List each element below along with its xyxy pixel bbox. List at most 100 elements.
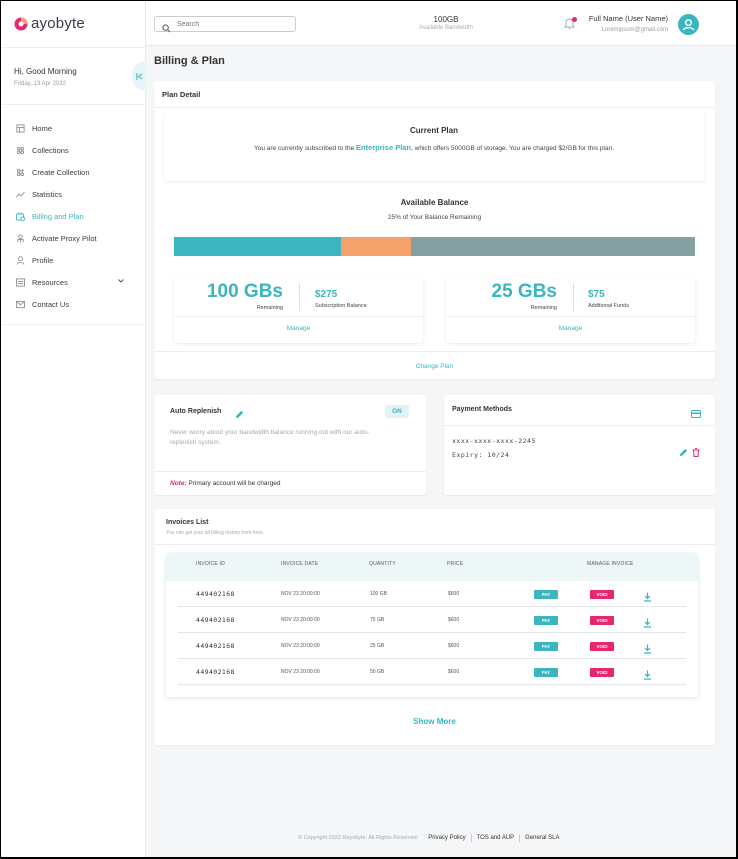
sidebar-item-resources[interactable]: Resources	[1, 271, 146, 293]
current-plan-description: You are currently subscribed to the Ente…	[254, 142, 614, 155]
void-button[interactable]: VOID	[590, 616, 614, 625]
billing-icon	[15, 211, 25, 221]
download-icon[interactable]	[643, 589, 652, 602]
additional-funds-stat-box: 25 GBs Remaining $75 Additional Funds Ma…	[446, 275, 695, 343]
balance-segment-used	[174, 237, 341, 256]
void-button[interactable]: VOID	[590, 642, 614, 651]
sidebar-item-collections[interactable]: Collections	[1, 139, 146, 161]
auto-replenish-toggle[interactable]: ON	[385, 405, 409, 418]
divider	[573, 283, 574, 311]
pay-button[interactable]: PAY	[534, 616, 558, 625]
sidebar-divider	[1, 324, 146, 325]
notification-badge	[572, 17, 577, 22]
copyright-text: © Copyright 2022 Rayobyte. All Rights Re…	[298, 835, 419, 841]
avatar[interactable]	[678, 14, 699, 35]
invoice-price: $600	[448, 591, 460, 597]
sidebar-item-contact-us[interactable]: Contact Us	[1, 293, 146, 315]
divider	[154, 107, 715, 108]
page-title: Billing & Plan	[154, 55, 225, 67]
download-icon[interactable]	[643, 615, 652, 628]
collections-icon	[15, 145, 25, 155]
pay-button[interactable]: PAY	[534, 642, 558, 651]
user-name: Full Name (User Name)	[588, 14, 668, 23]
card-number: xxxx-xxxx-xxxx-2245	[452, 437, 536, 445]
remaining-gb-value: 100 GBs	[206, 281, 283, 302]
sidebar-item-billing-and-plan[interactable]: Billing and Plan	[1, 205, 146, 227]
tos-link[interactable]: TOS and AUP	[477, 835, 515, 841]
plan-detail-card: Plan Detail Current Plan You are current…	[154, 81, 715, 379]
sidebar-item-label: Statistics	[32, 189, 63, 199]
user-info[interactable]: Full Name (User Name) Loremipsum@gmail.c…	[586, 14, 668, 33]
invoices-table: INVOICE ID INVOICE DATE QUANTITY PRICE M…	[166, 553, 698, 697]
divider	[446, 316, 695, 317]
download-icon[interactable]	[643, 641, 652, 654]
bandwidth-label: Available Bandwidth	[419, 25, 473, 31]
column-header-manage-invoice: MANAGE INVOICE	[587, 561, 634, 567]
credit-card-icon[interactable]	[691, 405, 701, 418]
table-row: 449402168 NOV 23 20:00:00 25 GB $600 PAY…	[178, 633, 686, 659]
download-icon[interactable]	[643, 667, 652, 680]
logo[interactable]: ayobyte	[14, 15, 85, 32]
edit-pencil-icon[interactable]	[679, 444, 688, 457]
remaining-gb-value: 25 GBs	[491, 281, 557, 302]
bandwidth-indicator: 100GB Available Bandwidth	[398, 15, 494, 31]
manage-subscription-link[interactable]: Manage	[174, 325, 423, 332]
column-header-invoice-id: INVOICE ID	[196, 561, 225, 567]
trash-icon[interactable]	[692, 444, 701, 457]
payment-methods-card: Payment Methods xxxx-xxxx-xxxx-2245 Expi…	[444, 395, 715, 495]
column-header-invoice-date: INVOICE DATE	[281, 561, 319, 567]
auto-replenish-card: Auto Replenish ON Never worry about your…	[154, 395, 426, 495]
invoice-id: 449402168	[196, 616, 235, 624]
pay-button[interactable]: PAY	[534, 668, 558, 677]
general-sla-link[interactable]: General SLA	[525, 835, 559, 841]
logo-mark-icon	[14, 17, 28, 31]
privacy-policy-link[interactable]: Privacy Policy	[428, 835, 465, 841]
manage-funds-link[interactable]: Manage	[446, 325, 695, 332]
app-window: ayobyte Hi, Good Morning Friday, 13 Apr …	[1, 1, 736, 857]
create-collection-icon	[15, 167, 25, 177]
sidebar-item-activate-proxy-pilot[interactable]: Activate Proxy Pilot	[1, 227, 146, 249]
sidebar-item-create-collection[interactable]: Create Collection	[1, 161, 146, 183]
additional-funds-label: Additional Funds	[588, 303, 629, 309]
sidebar-item-profile[interactable]: Profile	[1, 249, 146, 271]
divider	[299, 283, 300, 311]
invoice-id: 449402168	[196, 642, 235, 650]
subscription-balance-label: Subscription Balance	[315, 303, 367, 309]
invoices-title: Invoices List	[166, 519, 209, 526]
void-button[interactable]: VOID	[590, 590, 614, 599]
search-box[interactable]	[154, 16, 296, 32]
divider	[154, 351, 715, 352]
invoice-id: 449402168	[196, 590, 235, 598]
change-plan-link[interactable]: Change Plan	[154, 363, 715, 370]
plan-text-pre: You are currently subscribed to the	[254, 145, 357, 152]
pay-button[interactable]: PAY	[534, 590, 558, 599]
footer: © Copyright 2022 Rayobyte. All Rights Re…	[298, 834, 560, 842]
collapse-arrow-icon	[135, 72, 142, 80]
sidebar-item-home[interactable]: Home	[1, 117, 146, 139]
sidebar-nav: Home Collections Create Collection Stati…	[1, 117, 146, 315]
invoice-price: $600	[448, 617, 460, 623]
current-plan-name: Enterprise Plan	[356, 143, 412, 152]
sidebar-item-label: Billing and Plan	[32, 211, 84, 221]
sidebar-item-label: Collections	[32, 145, 69, 155]
user-email: Loremipsum@gmail.com	[601, 27, 668, 33]
remaining-gb-label: Remaining	[530, 305, 557, 311]
search-input[interactable]	[177, 20, 287, 28]
sidebar-item-statistics[interactable]: Statistics	[1, 183, 146, 205]
invoices-subtitle: You can get your all billing history fro…	[166, 530, 265, 536]
user-avatar-icon	[682, 19, 695, 31]
plan-detail-heading: Plan Detail	[162, 90, 201, 99]
show-more-button[interactable]: Show More	[154, 717, 715, 726]
chevron-down-icon[interactable]	[118, 278, 124, 285]
sidebar: ayobyte Hi, Good Morning Friday, 13 Apr …	[1, 1, 146, 857]
sidebar-item-label: Resources	[32, 277, 68, 287]
available-balance-subtitle: 25% of Your Balance Remaining	[387, 214, 482, 221]
void-button[interactable]: VOID	[590, 668, 614, 677]
edit-pencil-icon[interactable]	[235, 406, 245, 419]
greeting-panel: Hi, Good Morning Friday, 13 Apr 2022	[1, 47, 146, 105]
invoices-card: Invoices List You can get your all billi…	[154, 509, 715, 745]
note-text: Primary account will be charged	[186, 480, 281, 487]
mail-icon	[15, 299, 25, 309]
invoice-date: NOV 23 20:00:00	[281, 591, 320, 597]
greeting-title: Hi, Good Morning	[14, 67, 77, 76]
